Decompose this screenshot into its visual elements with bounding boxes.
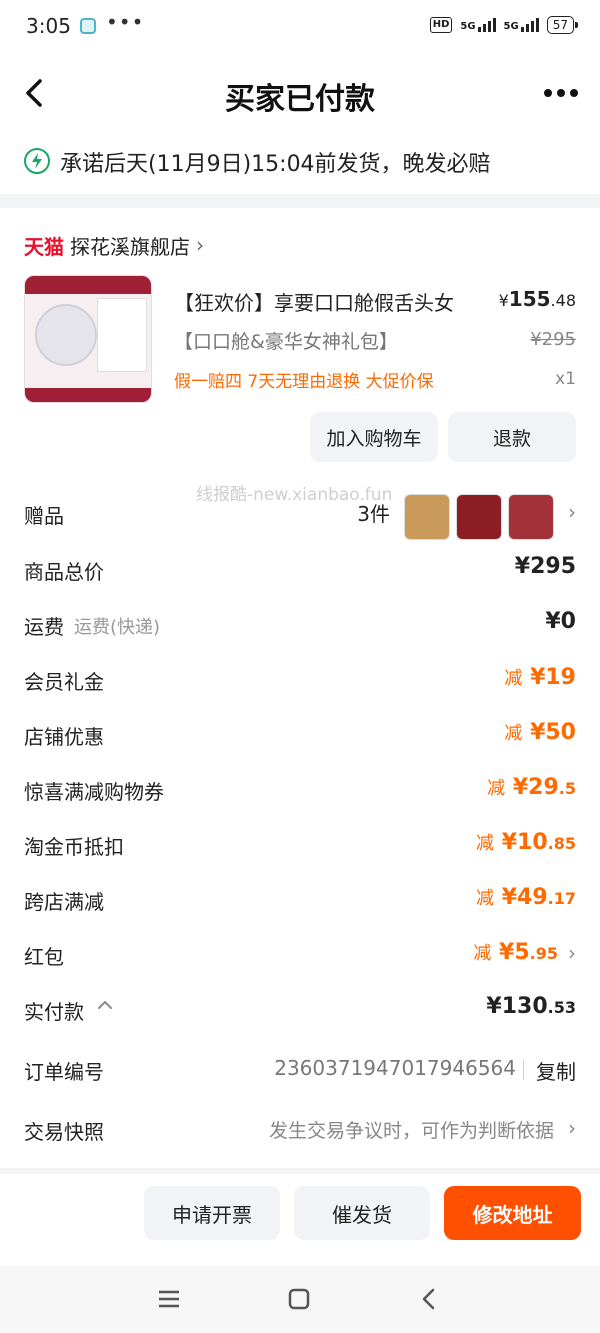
section-divider [0,194,600,208]
discount-row-store: 店铺优惠 减 ¥50 [24,715,576,755]
promise-text: 承诺后天(11月9日)15:04前发货，晚发必赔 [60,152,491,177]
section-divider [0,1168,600,1174]
snapshot-row[interactable]: 交易快照 发生交易争议时，可作为判断依据 › [24,1110,576,1150]
hd-icon: HD [429,17,453,33]
discount-label: 红包 [24,945,64,969]
gift-thumbnail [404,494,450,540]
status-bar: 3:05 ••• HD 5G 5G 57 [0,0,600,56]
chevron-right-icon: › [568,941,576,965]
nav-bar: 买家已付款 [0,60,600,126]
product-item[interactable]: 【狂欢价】享要口口舱假舌头女 ¥155.48 【口口舱&豪华女神礼包】 ¥295… [24,275,576,405]
signal-icon-2: 5G [504,18,539,32]
chevron-right-icon: › [568,1116,576,1140]
status-time: 3:05 [26,14,71,38]
product-price: ¥155.48 [498,287,576,311]
discount-row-coins: 淘金币抵扣 减 ¥10.85 [24,825,576,865]
product-sku: 【口口舱&豪华女神礼包】 [174,331,398,353]
total-price-label: 商品总价 [24,560,104,584]
battery-icon: 57 [546,16,579,34]
discount-value: 减 ¥49.17 [476,885,576,910]
original-price: ¥295 [530,329,576,350]
refund-button[interactable]: 退款 [448,412,576,462]
gift-thumbnail [508,494,554,540]
shipping-label: 运费 [24,615,64,639]
discount-value: 减 ¥10.85 [476,830,576,855]
order-number-row: 订单编号 2360371947017946564 复制 [24,1050,576,1090]
discount-label: 惊喜满减购物券 [24,780,164,804]
chevron-up-icon[interactable] [96,996,114,1019]
shipping-value: ¥0 [545,609,576,634]
product-quantity: x1 [555,369,576,389]
urge-shipment-button[interactable]: 催发货 [294,1186,430,1240]
gifts-row[interactable]: 赠品 3件 › [24,494,576,540]
chevron-right-icon: › [568,500,576,524]
shipping-method: 运费(快递) [74,617,161,638]
discount-label: 会员礼金 [24,670,104,694]
discount-value: 减 ¥5.95 [473,940,558,965]
discount-label: 店铺优惠 [24,725,104,749]
discount-value: 减 ¥50 [504,720,576,745]
add-to-cart-button[interactable]: 加入购物车 [310,412,438,462]
product-image[interactable] [24,275,152,403]
discount-value: 减 ¥29.5 [487,775,576,800]
network-type-2: 5G [503,21,519,32]
total-price-value: ¥295 [514,554,576,579]
service-tags: 假一赔四 7天无理由退换 大促价保 [174,372,434,392]
divider [523,1060,524,1080]
product-title: 【狂欢价】享要口口舱假舌头女 [174,291,454,315]
order-number-label: 订单编号 [24,1060,104,1084]
discount-row-member-gift: 会员礼金 减 ¥19 [24,660,576,700]
discount-row-red-packet[interactable]: 红包 减 ¥5.95 › [24,935,576,975]
shop-link[interactable]: 天猫 探花溪旗舰店 › [24,230,204,260]
more-notifications-icon: ••• [106,10,145,34]
discount-row-cross-store: 跨店满减 减 ¥49.17 [24,880,576,920]
home-icon[interactable] [284,1284,314,1314]
shipping-promise: 承诺后天(11月9日)15:04前发货，晚发必赔 [0,136,600,188]
signal-icon-1: 5G [460,18,496,32]
app-notification-icon [80,18,96,34]
chevron-right-icon: › [196,233,204,257]
snapshot-label: 交易快照 [24,1120,104,1144]
request-invoice-button[interactable]: 申请开票 [144,1186,280,1240]
copy-button[interactable]: 复制 [536,1056,576,1085]
modify-address-button[interactable]: 修改地址 [444,1186,581,1240]
shop-name: 探花溪旗舰店 [70,234,190,259]
system-back-icon[interactable] [414,1284,444,1314]
discount-label: 淘金币抵扣 [24,835,124,859]
page-title: 买家已付款 [225,82,375,117]
order-number: 2360371947017946564 [274,1056,516,1080]
paid-value: ¥130.53 [486,994,576,1019]
discount-row-coupon: 惊喜满减购物券 减 ¥29.5 [24,770,576,810]
system-nav-bar [0,1266,600,1333]
total-price-row: 商品总价 ¥295 [24,550,576,590]
gift-thumbnail [456,494,502,540]
paid-amount-row[interactable]: 实付款 ¥130.53 [24,990,576,1030]
discount-label: 跨店满减 [24,890,104,914]
gift-thumbnails [404,494,554,540]
status-right: HD 5G 5G 57 [429,16,579,34]
shipping-row: 运费 运费(快递) ¥0 [24,605,576,645]
network-type-1: 5G [460,21,476,32]
tmall-logo: 天猫 [24,234,64,259]
more-options-icon[interactable] [544,86,580,100]
snapshot-text: 发生交易争议时，可作为判断依据 [268,1120,554,1142]
paid-label: 实付款 [24,1000,84,1024]
gifts-count: 3件 [357,502,390,526]
lightning-icon [24,148,50,174]
discount-value: 减 ¥19 [504,665,576,690]
gifts-label: 赠品 [24,504,64,528]
menu-icon[interactable] [154,1284,184,1314]
